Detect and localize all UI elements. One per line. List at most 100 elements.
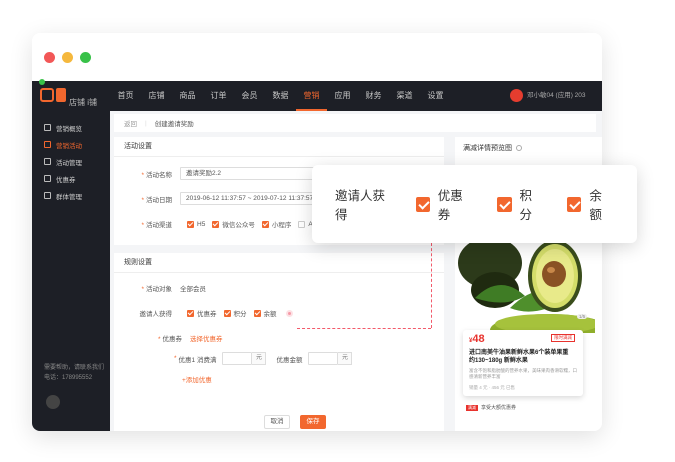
popup-option[interactable]: 积分 <box>497 185 543 223</box>
highlight-marker <box>285 309 293 317</box>
overview-icon <box>44 124 51 131</box>
reward-checkbox[interactable] <box>223 309 231 317</box>
reward-option-label: 优惠券 <box>197 311 217 318</box>
window-titlebar <box>32 33 602 81</box>
preview-title: 满减详情预览图 <box>455 137 602 159</box>
name-label: 活动名称 <box>146 171 172 179</box>
popup-option-label: 余额 <box>589 189 602 222</box>
row-add-discount: +添加优惠 <box>182 374 212 384</box>
popup-checkbox[interactable] <box>497 196 512 212</box>
unit-label: 元 <box>252 352 267 365</box>
target-label: 活动对象 <box>146 286 172 293</box>
channel-checkbox[interactable] <box>187 220 194 228</box>
preview-title-text: 满减详情预览图 <box>463 145 512 152</box>
reward-checkbox[interactable] <box>253 309 261 317</box>
status-dot <box>39 79 45 85</box>
date-label: 活动日期 <box>146 196 172 204</box>
support-avatar[interactable] <box>46 395 60 409</box>
nav-item[interactable]: 会员 <box>234 81 265 111</box>
popup-option-label: 积分 <box>519 189 533 222</box>
product-meta: 销量 4 元 · 456 元 已售 <box>469 385 516 390</box>
nav-item[interactable]: 订单 <box>203 81 234 111</box>
discount-label: 优惠1 消费满 <box>178 356 217 364</box>
close-window-button[interactable] <box>44 52 55 63</box>
connector-line-vertical <box>431 243 432 328</box>
product-name: 进口南美牛油果新鲜水果6个装单果重约130~180g 新鲜水果 <box>469 350 569 364</box>
row-reward: 邀请人获得 优惠券 积分 余额 <box>120 308 293 318</box>
sidebar-help-phone: 电话：178995552 <box>44 375 93 381</box>
date-range-input[interactable]: 2019-06-12 11:37:57 ~ 2019-07-12 11:37:5… <box>180 192 320 205</box>
save-button[interactable]: 保存 <box>300 415 326 429</box>
sidebar-item[interactable]: 营销活动 <box>32 136 110 153</box>
product-price: ¥48 <box>469 333 485 345</box>
channel-checkbox[interactable] <box>298 220 306 228</box>
sidebar-item[interactable]: 活动管理 <box>32 153 110 170</box>
nav-item[interactable]: 店铺 <box>141 81 172 111</box>
sidebar-item[interactable]: 营销概览 <box>32 119 110 136</box>
group-icon <box>44 192 51 199</box>
reward-zoom-popup: 邀请人获得 优惠券 积分 余额 <box>312 165 637 243</box>
reward-checkbox[interactable] <box>187 309 194 317</box>
row-activity-date: * 活动日期 2019-06-12 11:37:57 ~ 2019-07-12 1… <box>120 192 320 205</box>
minimize-window-button[interactable] <box>62 52 73 63</box>
image-counter: 1/5 <box>577 314 588 319</box>
ticket-tag: 满减 <box>466 404 478 411</box>
discount-amount-label: 优惠金额 <box>276 356 303 364</box>
channel-option-label: H5 <box>197 220 206 228</box>
channel-checkbox[interactable] <box>261 220 269 228</box>
nav-item[interactable]: 渠道 <box>389 81 420 111</box>
name-input[interactable]: 邀请奖励2.2 <box>180 167 320 180</box>
popup-checkbox[interactable] <box>567 196 582 212</box>
user-avatar[interactable] <box>510 89 523 102</box>
cancel-button[interactable]: 取消 <box>264 415 290 429</box>
reward-option-label: 积分 <box>233 311 247 318</box>
ticket-text: 享受大额优惠券 <box>481 405 517 411</box>
popup-option[interactable]: 优惠券 <box>415 185 474 223</box>
nav-item[interactable]: 营销 <box>296 81 327 111</box>
info-icon[interactable] <box>515 145 522 152</box>
breadcrumb: 返回 | 创建邀请奖励 <box>114 114 596 132</box>
sidebar-item-label: 活动管理 <box>56 159 82 167</box>
coupon-icon <box>44 175 51 182</box>
row-activity-name: * 活动名称 邀请奖励2.2 <box>120 167 320 180</box>
discount-amount-input[interactable] <box>308 352 339 365</box>
coupon-label: 优惠券 <box>162 336 183 343</box>
sidebar-help-text: 需要帮助，请联系我们 <box>44 365 105 371</box>
user-name[interactable]: 邓小敏04 (应用) 203 <box>527 81 586 111</box>
nav-item[interactable]: 数据 <box>265 81 296 111</box>
nav-item[interactable]: 首页 <box>110 81 141 111</box>
section-title-activity: 活动设置 <box>114 137 444 157</box>
reward-option-label: 余额 <box>263 311 277 318</box>
manage-icon <box>44 158 51 165</box>
top-navigation: 店铺 i铺 首页 店铺 商品 订单 会员 数据 营销 应用 财务 渠道 设置 邓小敏04 (应用) … <box>32 81 602 111</box>
product-card[interactable]: ¥48 限时满减 进口南美牛油果新鲜水果6个装单果重约130~180g 新鲜水果… <box>463 330 583 396</box>
channel-option-label: 微信公众号 <box>222 222 255 229</box>
breadcrumb-current: 创建邀请奖励 <box>154 121 194 128</box>
popup-option-label: 优惠券 <box>437 189 463 222</box>
back-link[interactable]: 返回 <box>124 118 137 128</box>
popup-checkbox[interactable] <box>415 196 430 212</box>
unit-label-2: 元 <box>338 352 353 365</box>
sidebar-item-label: 群体管理 <box>56 193 82 201</box>
channel-label: 活动渠道 <box>146 222 172 229</box>
nav-item[interactable]: 财务 <box>358 81 389 111</box>
sidebar-item[interactable]: 优惠券 <box>32 170 110 187</box>
logo-icon <box>40 88 54 102</box>
row-activity-channel: * 活动渠道 H5 微信公众号 小程序 A <box>141 220 313 229</box>
nav-item[interactable]: 应用 <box>327 81 358 111</box>
product-image <box>455 238 595 333</box>
nav-item[interactable]: 商品 <box>172 81 203 111</box>
nav-item[interactable]: 设置 <box>420 81 451 111</box>
product-tag: 限时满减 <box>551 334 575 342</box>
maximize-window-button[interactable] <box>80 52 91 63</box>
product-desc: 富含不饱和脂肪酸的营养水果，美味果肉香滑软糯，口感清新营养丰富 <box>469 368 577 379</box>
logo-mark-icon <box>56 88 66 102</box>
discount-threshold-input[interactable] <box>222 352 253 365</box>
popup-label: 邀请人获得 <box>335 189 386 222</box>
sidebar-item[interactable]: 群体管理 <box>32 187 110 204</box>
popup-option[interactable]: 余额 <box>567 185 613 223</box>
channel-checkbox[interactable] <box>212 220 220 228</box>
add-discount-link[interactable]: +添加优惠 <box>182 374 212 384</box>
connector-line-horizontal <box>297 328 431 329</box>
select-coupon-link[interactable]: 选择优惠券 <box>190 333 223 343</box>
